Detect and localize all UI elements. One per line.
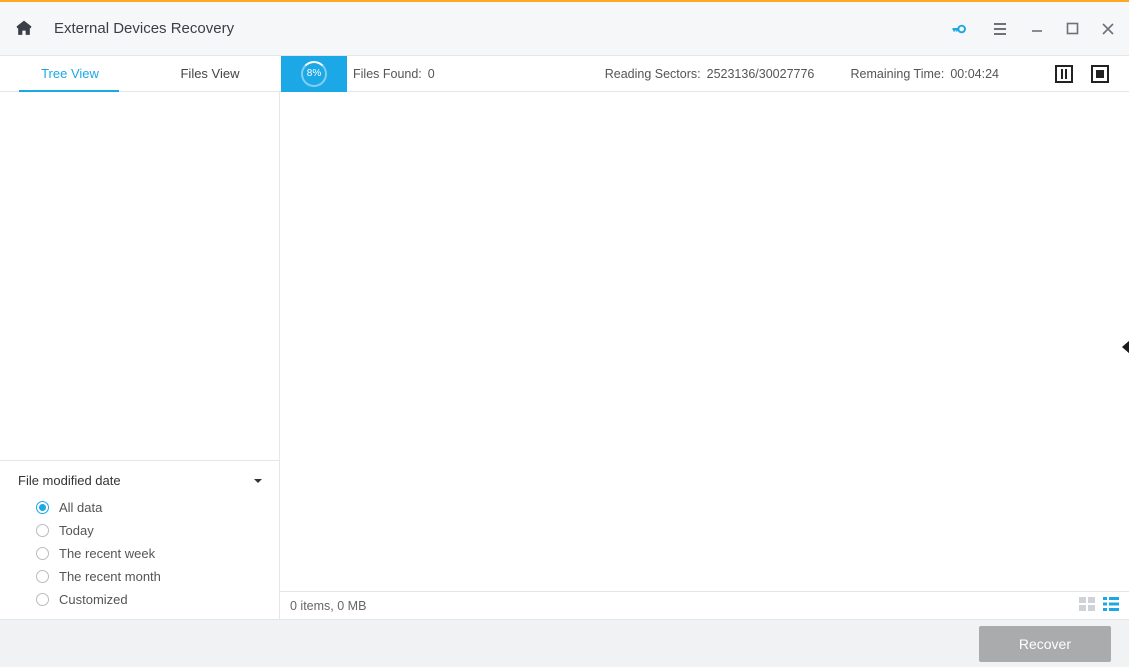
content-area: 0 items, 0 MB	[280, 92, 1129, 619]
progress-badge: 8%	[281, 56, 347, 92]
remaining-time-label: Remaining Time:	[851, 67, 945, 81]
menu-icon[interactable]	[992, 21, 1008, 37]
main-area: File modified date All data Today The re…	[0, 92, 1129, 619]
stop-button[interactable]	[1091, 65, 1109, 83]
filter-option-custom[interactable]: Customized	[18, 588, 263, 611]
list-view-icon[interactable]	[1103, 597, 1119, 614]
filter-option-label: Customized	[59, 592, 128, 607]
selection-summary: 0 items, 0 MB	[290, 599, 366, 613]
file-list	[280, 92, 1129, 591]
tree-panel	[0, 92, 279, 460]
grid-view-icon[interactable]	[1079, 597, 1095, 614]
reading-sectors-value: 2523136/30027776	[707, 67, 815, 81]
radio-icon	[36, 593, 49, 606]
status-bar: Tree View Files View 8% Files Found: 0 R…	[0, 56, 1129, 92]
collapse-handle-icon[interactable]	[1122, 340, 1129, 354]
filter-option-month[interactable]: The recent month	[18, 565, 263, 588]
recover-button[interactable]: Recover	[979, 626, 1111, 662]
files-found-label: Files Found:	[353, 67, 422, 81]
filter-option-label: The recent month	[59, 569, 161, 584]
window-controls	[950, 19, 1115, 39]
content-statusbar: 0 items, 0 MB	[280, 591, 1129, 619]
radio-icon	[36, 501, 49, 514]
radio-icon	[36, 570, 49, 583]
pause-button[interactable]	[1055, 65, 1073, 83]
close-button[interactable]	[1101, 22, 1115, 36]
filter-header[interactable]: File modified date	[18, 463, 263, 496]
filter-option-label: The recent week	[59, 546, 155, 561]
filter-option-label: All data	[59, 500, 102, 515]
filter-title: File modified date	[18, 473, 121, 488]
filter-option-week[interactable]: The recent week	[18, 542, 263, 565]
titlebar: External Devices Recovery	[0, 0, 1129, 56]
footer: Recover	[0, 619, 1129, 667]
minimize-button[interactable]	[1030, 22, 1044, 36]
filter-option-today[interactable]: Today	[18, 519, 263, 542]
remaining-time-value: 00:04:24	[950, 67, 999, 81]
filter-option-label: Today	[59, 523, 94, 538]
key-icon[interactable]	[950, 19, 970, 39]
files-found-value: 0	[428, 67, 435, 81]
view-tabs: Tree View Files View	[0, 56, 280, 91]
tab-tree-view[interactable]: Tree View	[0, 56, 140, 91]
sidebar: File modified date All data Today The re…	[0, 92, 280, 619]
radio-icon	[36, 547, 49, 560]
page-title: External Devices Recovery	[54, 20, 234, 37]
maximize-button[interactable]	[1066, 22, 1079, 35]
progress-percent: 8%	[301, 61, 327, 87]
filter-option-all[interactable]: All data	[18, 496, 263, 519]
reading-sectors-label: Reading Sectors:	[605, 67, 701, 81]
tab-files-view[interactable]: Files View	[140, 56, 280, 91]
home-icon[interactable]	[14, 19, 34, 39]
chevron-down-icon	[253, 473, 263, 488]
filter-panel: File modified date All data Today The re…	[0, 460, 279, 619]
radio-icon	[36, 524, 49, 537]
